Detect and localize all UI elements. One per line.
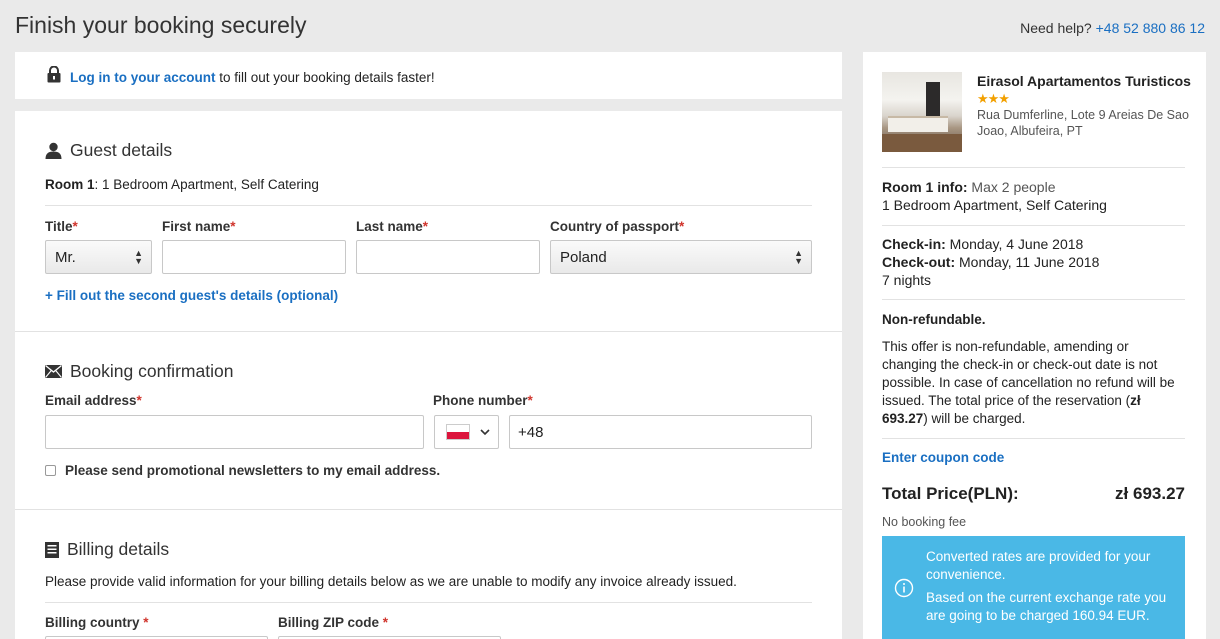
first-name-label: First name* — [162, 219, 236, 234]
newsletter-row: Please send promotional newsletters to m… — [45, 463, 440, 478]
room-info: Room 1 info: Max 2 people 1 Bedroom Apar… — [882, 179, 1107, 213]
help-contact: Need help? +48 52 880 86 12 — [1020, 20, 1205, 36]
booking-fee-note: No booking fee — [882, 515, 967, 529]
exchange-rate-info: Converted rates are provided for your co… — [882, 536, 1185, 639]
nonrefundable-policy: This offer is non-refundable, amending o… — [882, 339, 1175, 426]
guest-details-title: Guest details — [45, 140, 172, 161]
divider — [882, 167, 1185, 168]
divider — [882, 438, 1185, 439]
room-description: Room 1: 1 Bedroom Apartment, Self Cateri… — [45, 177, 319, 192]
hotel-name: Eirasol Apartamentos Turisticos — [977, 73, 1191, 89]
country-label: Country of passport* — [550, 219, 685, 234]
divider — [45, 602, 812, 603]
total-price-value: zł 693.27 — [1115, 484, 1185, 503]
billing-country-label: Billing country * — [45, 615, 149, 630]
updown-arrows-icon: ▲ ▼ — [134, 248, 143, 266]
user-icon — [45, 142, 62, 159]
phone-input[interactable] — [509, 415, 812, 449]
login-message: Log in to your account to fill out your … — [70, 70, 435, 85]
divider — [882, 225, 1185, 226]
stay-dates: Check-in: Monday, 4 June 2018 Check-out:… — [882, 236, 1100, 288]
lock-icon — [47, 66, 61, 83]
email-label: Email address* — [45, 393, 142, 408]
divider — [882, 299, 1185, 300]
updown-arrows-icon: ▲ ▼ — [794, 248, 803, 266]
nonrefundable-title: Non-refundable. — [882, 312, 986, 327]
booking-confirmation-title: Booking confirmation — [45, 361, 233, 382]
login-link[interactable]: Log in to your account — [70, 70, 216, 85]
exchange-info-text: Converted rates are provided for your co… — [926, 549, 1151, 582]
billing-zip-label: Billing ZIP code * — [278, 615, 389, 630]
hotel-photo — [882, 72, 962, 152]
title-select[interactable]: Mr. ▲ ▼ — [45, 240, 152, 274]
phone-country-select[interactable] — [434, 415, 499, 449]
section-divider — [15, 331, 842, 332]
billing-details-title: Billing details — [45, 539, 169, 560]
coupon-code-link[interactable]: Enter coupon code — [882, 450, 1004, 465]
newsletter-label: Please send promotional newsletters to m… — [65, 463, 441, 478]
star-rating-icon: ★★★ — [977, 91, 1010, 106]
first-name-input[interactable] — [162, 240, 346, 274]
info-icon — [894, 578, 914, 598]
phone-label: Phone number* — [433, 393, 533, 408]
divider — [45, 205, 812, 206]
chevron-down-icon — [480, 428, 490, 435]
newsletter-checkbox[interactable] — [45, 465, 56, 476]
document-icon — [45, 541, 59, 558]
booking-form: Guest details Room 1: 1 Bedroom Apartmen… — [15, 111, 842, 639]
section-divider — [15, 509, 842, 510]
login-text: to fill out your booking details faster! — [215, 70, 435, 85]
total-price-label: Total Price(PLN): — [882, 484, 1019, 503]
login-banner: Log in to your account to fill out your … — [15, 52, 842, 99]
country-select[interactable]: Poland ▲ ▼ — [550, 240, 812, 274]
email-input[interactable] — [45, 415, 424, 449]
help-label: Need help? — [1020, 20, 1092, 36]
title-label: Title* — [45, 219, 78, 234]
last-name-label: Last name* — [356, 219, 429, 234]
billing-note: Please provide valid information for you… — [45, 574, 737, 589]
envelope-icon — [45, 365, 62, 378]
page-title: Finish your booking securely — [15, 12, 307, 38]
booking-summary: Eirasol Apartamentos Turisticos ★★★ Rua … — [863, 52, 1206, 639]
poland-flag-icon — [446, 424, 470, 440]
last-name-input[interactable] — [356, 240, 540, 274]
help-phone-link[interactable]: +48 52 880 86 12 — [1096, 20, 1205, 36]
add-second-guest-link[interactable]: + Fill out the second guest's details (o… — [45, 288, 338, 303]
hotel-address: Rua Dumferline, Lote 9 Areias De Sao Joa… — [977, 108, 1189, 138]
exchange-charge-text: Based on the current exchange rate you a… — [926, 590, 1167, 623]
